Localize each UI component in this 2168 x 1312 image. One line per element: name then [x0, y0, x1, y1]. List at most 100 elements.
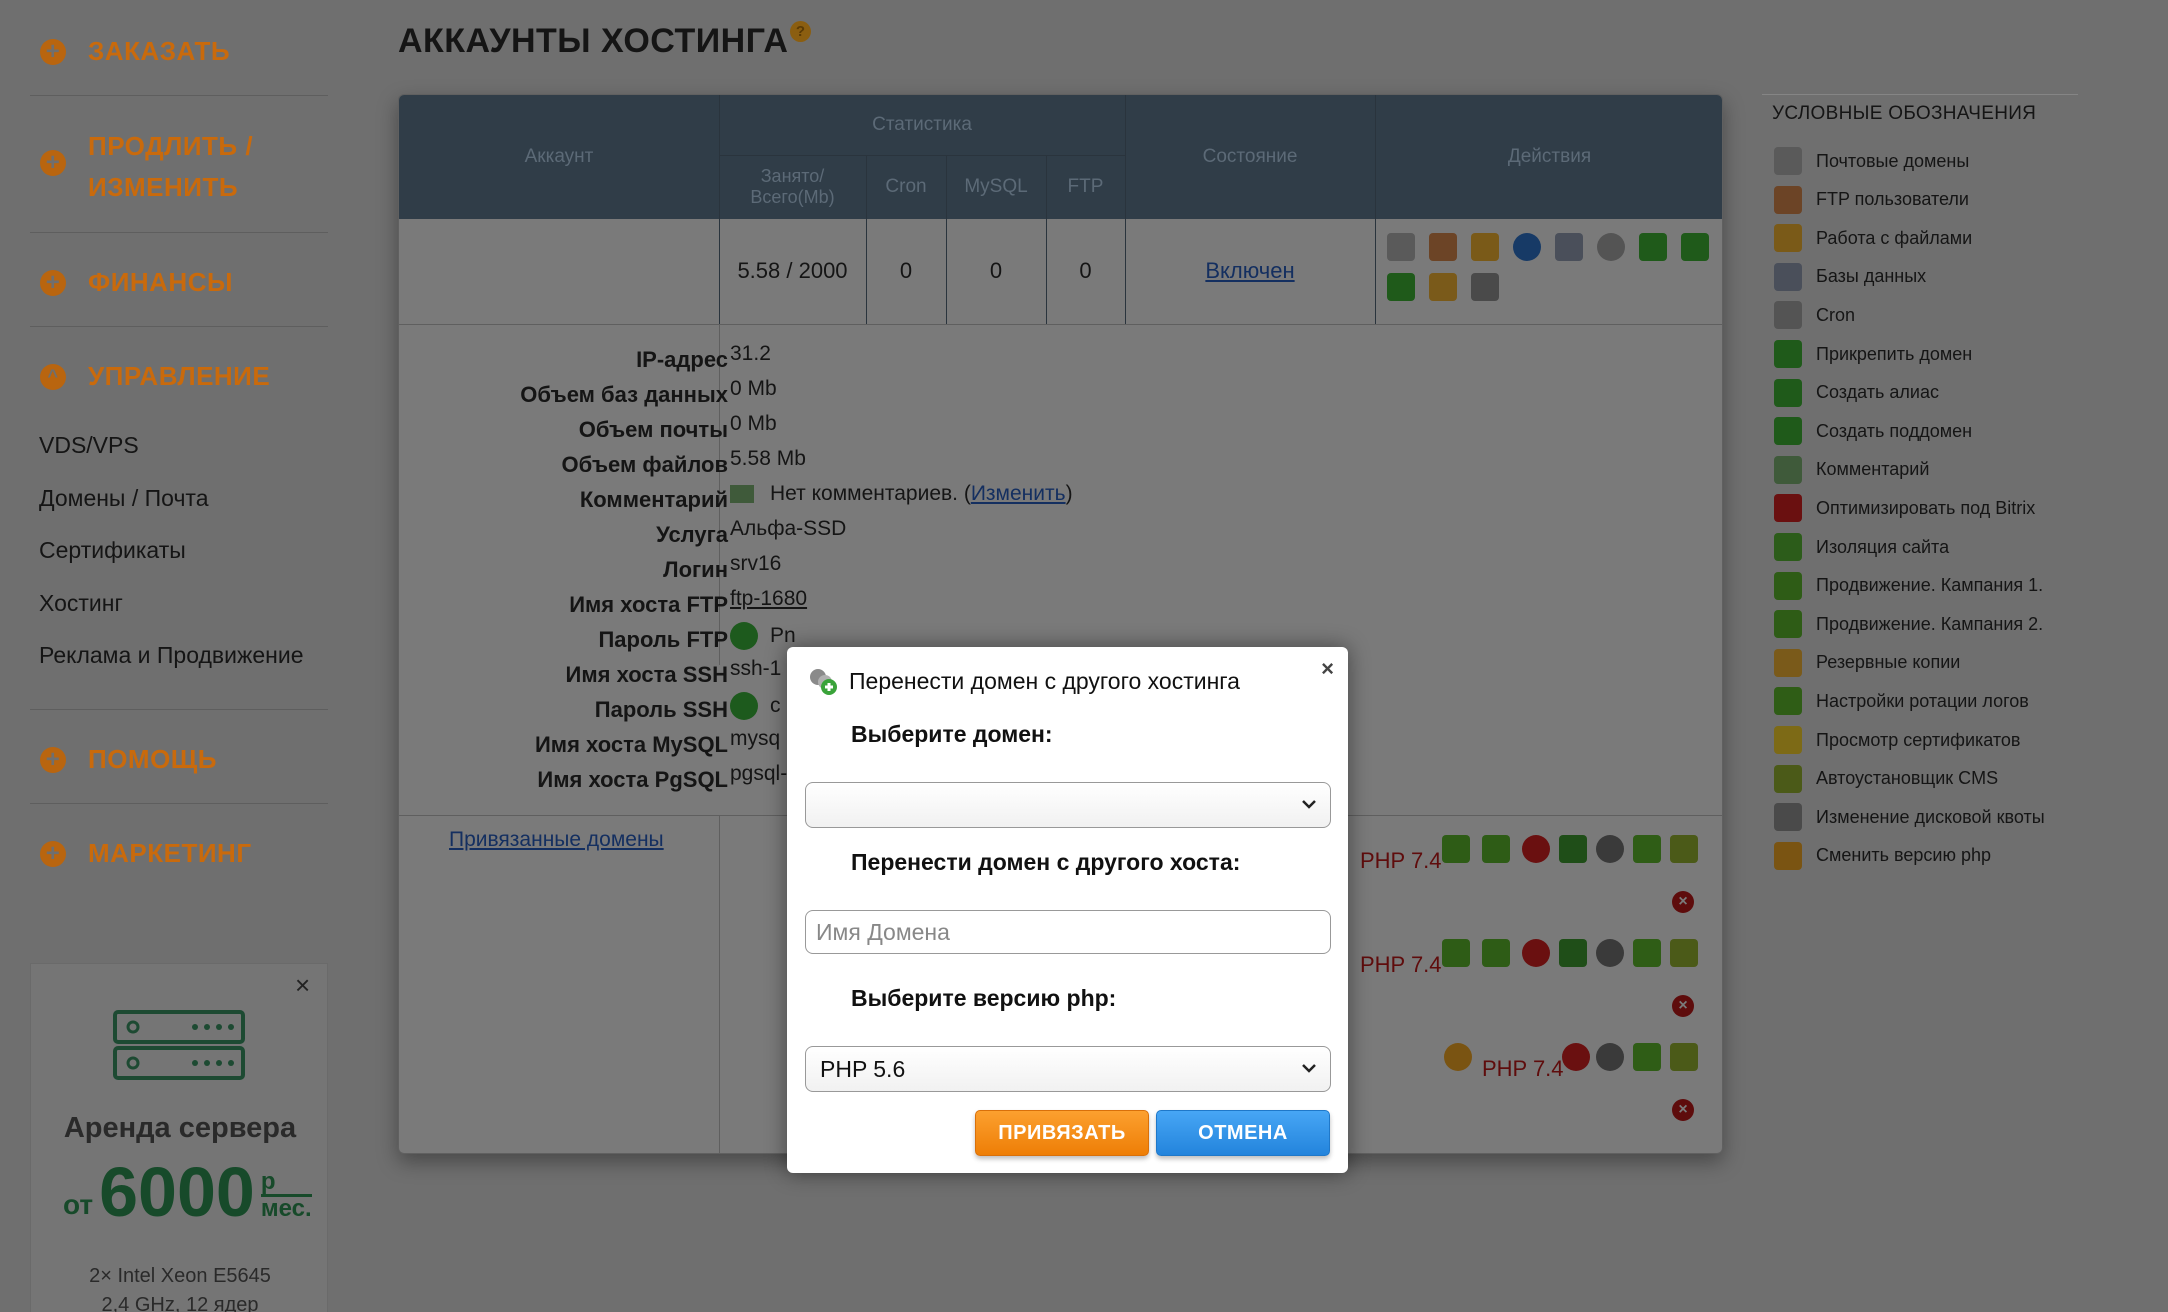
- clock-icon[interactable]: [1597, 233, 1625, 261]
- col-ftp: FTP: [1067, 176, 1104, 197]
- value-service: Альфа-SSD: [730, 517, 847, 540]
- folder-icon: [1774, 224, 1802, 253]
- attach-domain-icon[interactable]: [1639, 233, 1667, 261]
- bitrix-icon[interactable]: [1522, 939, 1550, 967]
- isolation-icon[interactable]: [1596, 1043, 1624, 1071]
- menu-finance[interactable]: + ФИНАНСЫ: [40, 267, 233, 298]
- legend-item-label: Почтовые домены: [1816, 150, 1970, 171]
- close-icon[interactable]: ×: [1321, 656, 1334, 682]
- comment-icon: [730, 485, 754, 503]
- divider: [30, 709, 328, 710]
- php-version-select[interactable]: PHP 5.6: [805, 1046, 1331, 1092]
- isolation-icon[interactable]: [1596, 939, 1624, 967]
- divider: [1125, 95, 1126, 325]
- col-actions: Действия: [1507, 146, 1592, 167]
- legend-item: Автоустановщик CMS: [1774, 764, 1998, 793]
- campaign1-icon[interactable]: [1442, 939, 1470, 967]
- ad-close-icon[interactable]: ×: [295, 970, 310, 1001]
- menu-renew[interactable]: + ПРОДЛИТЬ / ИЗМЕНИТЬ: [40, 126, 253, 208]
- pin-icon[interactable]: [1559, 835, 1587, 863]
- legend-item-label: Прикрепить домен: [1816, 343, 1973, 364]
- chevron-up-icon: ^: [40, 363, 66, 390]
- menu-order[interactable]: + ЗАКАЗАТЬ: [40, 36, 230, 67]
- disk-quota-icon: [1774, 803, 1802, 832]
- help-icon[interactable]: ?: [790, 21, 811, 42]
- chevron-down-icon: [1302, 800, 1316, 809]
- col-stats: Статистика: [872, 114, 972, 135]
- alias-icon[interactable]: [1681, 233, 1709, 261]
- php-version-label: PHP 7.4: [1482, 1056, 1564, 1081]
- log-rotation-icon[interactable]: [1633, 835, 1661, 863]
- label-mail-size: Объем почты: [578, 417, 728, 442]
- ad-price-value: 6000: [99, 1153, 255, 1231]
- wordpress-icon[interactable]: [1513, 233, 1541, 261]
- delete-icon[interactable]: ×: [1672, 891, 1694, 913]
- submenu-vds[interactable]: VDS/VPS: [39, 432, 139, 459]
- menu-renew-label-1: ПРОДЛИТЬ /: [88, 131, 254, 161]
- submenu-ads[interactable]: Реклама и Продвижение: [39, 642, 304, 669]
- folder-icon[interactable]: [1471, 233, 1499, 261]
- domain-select-label: Выберите домен:: [851, 721, 1053, 747]
- legend-item-label: Работа с файлами: [1816, 227, 1973, 248]
- divider: [1762, 94, 2078, 95]
- bitrix-icon[interactable]: [1522, 835, 1550, 863]
- state-enabled-link[interactable]: Включен: [1125, 258, 1375, 284]
- attach-button[interactable]: ПРИВЯЗАТЬ: [975, 1110, 1149, 1156]
- power-icon[interactable]: [730, 622, 758, 650]
- delete-icon[interactable]: ×: [1672, 995, 1694, 1017]
- col-cron: Cron: [885, 176, 927, 197]
- cms-installer-icon[interactable]: [1670, 939, 1698, 967]
- plus-icon: +: [40, 746, 66, 773]
- php-version-select-label: Выберите версию php:: [851, 985, 1117, 1011]
- log-rotation-icon[interactable]: [1633, 1043, 1661, 1071]
- cell-ftp: 0: [1079, 258, 1092, 283]
- domain-name-input[interactable]: [805, 910, 1331, 954]
- bitrix-icon[interactable]: [1562, 1043, 1590, 1071]
- campaign2-icon[interactable]: [1482, 835, 1510, 863]
- legend-item: Cron: [1774, 301, 1855, 330]
- mail-domain-icon[interactable]: [1387, 233, 1415, 261]
- submenu-certificates[interactable]: Сертификаты: [39, 537, 186, 564]
- col-mysql: MySQL: [964, 176, 1028, 197]
- menu-manage[interactable]: ^ УПРАВЛЕНИЕ: [40, 361, 270, 392]
- backup-icon[interactable]: [1429, 273, 1457, 301]
- database-icon[interactable]: [1555, 233, 1583, 261]
- ssh-password-text: c: [770, 694, 781, 717]
- campaign1-icon[interactable]: [1442, 835, 1470, 863]
- legend-item-label: Создать поддомен: [1816, 420, 1973, 441]
- cancel-button[interactable]: ОТМЕНА: [1156, 1110, 1330, 1156]
- divider: [719, 155, 1125, 156]
- server-icon: [113, 1010, 245, 1080]
- cell-mysql: 0: [989, 258, 1003, 283]
- comment-edit-link[interactable]: Изменить: [971, 482, 1066, 506]
- ftp-users-icon[interactable]: [1429, 233, 1457, 261]
- subdomain-icon[interactable]: [1387, 273, 1415, 301]
- value-files-size: 5.58 Mb: [730, 447, 806, 470]
- php-version-icon[interactable]: [1444, 1043, 1472, 1071]
- legend-item: Продвижение. Кампания 2.: [1774, 610, 2043, 639]
- domain-select[interactable]: [805, 782, 1331, 828]
- value-ftp-host[interactable]: ftp-1680: [730, 587, 807, 611]
- legend-item-label: Изменение дисковой квоты: [1816, 806, 2045, 827]
- menu-help[interactable]: + ПОМОЩЬ: [40, 744, 217, 775]
- bitrix-icon: [1774, 494, 1802, 523]
- submenu-hosting[interactable]: Хостинг: [39, 590, 123, 617]
- submenu-domains-mail[interactable]: Домены / Почта: [39, 485, 209, 512]
- delete-icon[interactable]: ×: [1672, 1099, 1694, 1121]
- cms-installer-icon[interactable]: [1670, 1043, 1698, 1071]
- power-icon[interactable]: [730, 692, 758, 720]
- pin-icon[interactable]: [1559, 939, 1587, 967]
- cms-installer-icon[interactable]: [1670, 835, 1698, 863]
- disk-quota-icon[interactable]: [1471, 273, 1499, 301]
- campaign2-icon[interactable]: [1482, 939, 1510, 967]
- log-rotation-icon[interactable]: [1633, 939, 1661, 967]
- comment-end: ): [1065, 482, 1073, 505]
- server-rent-ad[interactable]: × Аренда сервера от 6000 р мес. 2× Intel…: [30, 963, 328, 1312]
- campaign1-icon: [1774, 571, 1802, 600]
- menu-marketing[interactable]: + МАРКЕТИНГ: [40, 838, 252, 869]
- linked-domains-link[interactable]: Привязанные домены: [449, 828, 664, 852]
- php-version-icon: [1774, 841, 1802, 870]
- isolation-icon[interactable]: [1596, 835, 1624, 863]
- value-ssh-host: ssh-1: [730, 657, 782, 680]
- divider: [30, 326, 328, 327]
